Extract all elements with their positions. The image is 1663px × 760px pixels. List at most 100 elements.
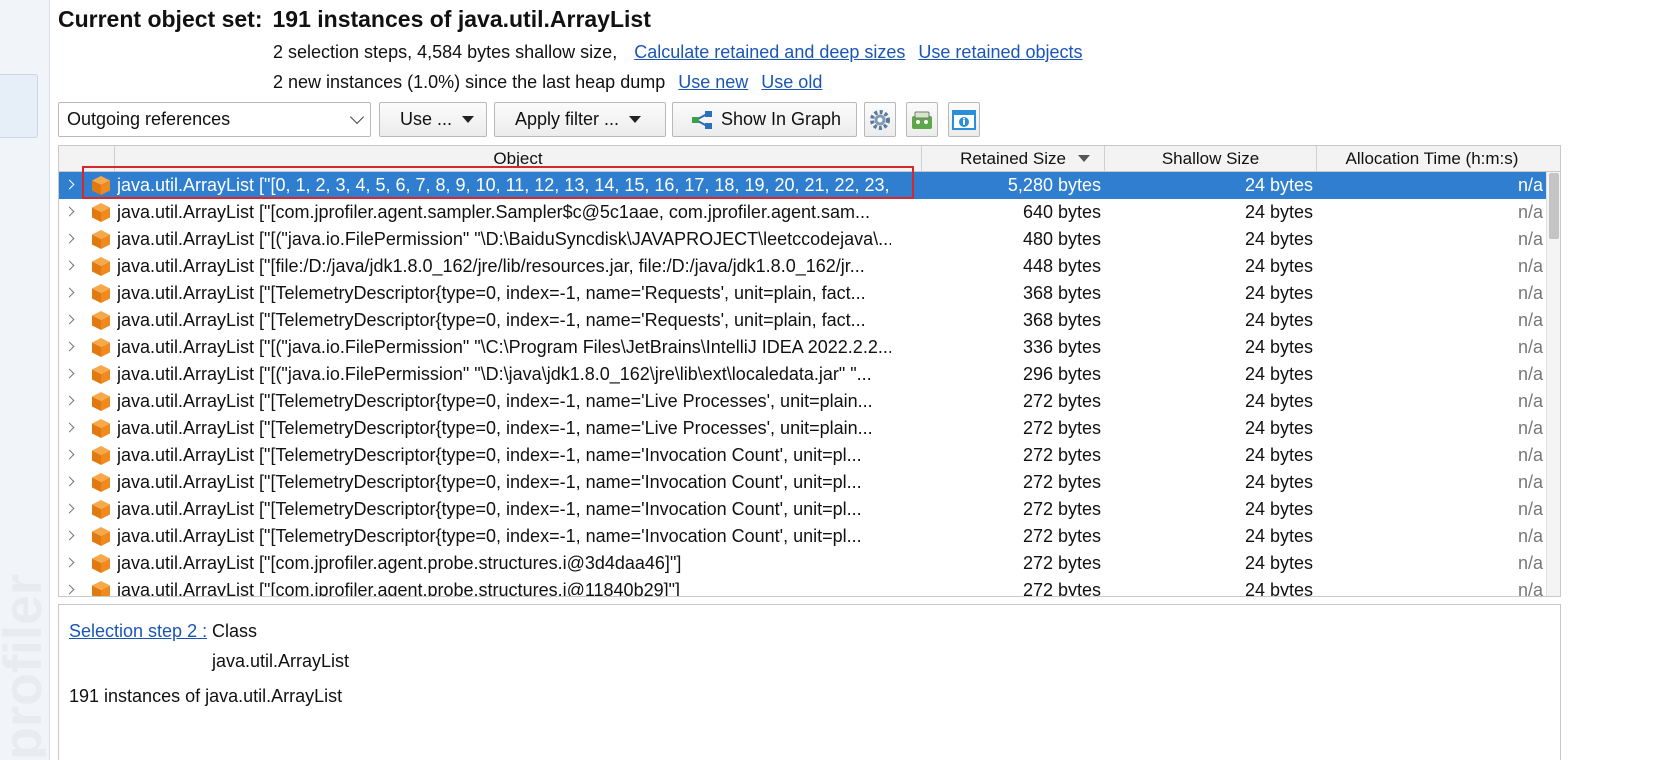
retained-size-cell: 272 bytes (1022, 553, 1101, 573)
use-old-link[interactable]: Use old (761, 72, 822, 92)
expand-arrow-icon[interactable] (64, 260, 75, 271)
shallow-size-cell: 24 bytes (1244, 202, 1313, 222)
expand-arrow-icon[interactable] (64, 341, 75, 352)
analysis-icon (912, 111, 932, 129)
table-row[interactable]: java.util.ArrayList ["[TelemetryDescript… (59, 415, 1547, 442)
instance-icon (92, 338, 110, 357)
apply-filter-button[interactable]: Apply filter ... (494, 102, 666, 137)
object-cell: java.util.ArrayList ["[("java.io.FilePer… (117, 337, 891, 357)
show-in-graph-label: Show In Graph (721, 109, 842, 129)
selection-step-type: Class (212, 621, 258, 641)
new-instances-summary: 2 new instances (1.0%) since the last he… (273, 72, 822, 93)
allocation-time-cell: n/a (1517, 445, 1543, 465)
instance-icon (92, 230, 110, 249)
table-row[interactable]: java.util.ArrayList ["[("java.io.FilePer… (59, 226, 1547, 253)
expand-arrow-icon[interactable] (64, 584, 75, 595)
table-row[interactable]: java.util.ArrayList ["[com.jprofiler.age… (59, 550, 1547, 577)
allocation-time-cell: n/a (1517, 553, 1543, 573)
expand-arrow-icon[interactable] (64, 503, 75, 514)
selection-step-class: java.util.ArrayList (212, 651, 350, 671)
expand-arrow-icon[interactable] (64, 449, 75, 460)
allocation-time-cell: n/a (1517, 364, 1543, 384)
shallow-size-cell: 24 bytes (1244, 391, 1313, 411)
allocation-time-cell: n/a (1517, 337, 1543, 357)
expand-arrow-icon[interactable] (64, 368, 75, 379)
table-row[interactable]: java.util.ArrayList ["[("java.io.FilePer… (59, 334, 1547, 361)
retained-size-cell: 272 bytes (1022, 472, 1101, 492)
object-cell: java.util.ArrayList ["[TelemetryDescript… (117, 418, 873, 438)
instance-icon (92, 581, 110, 596)
allocation-time-cell: n/a (1517, 580, 1543, 597)
shallow-size-cell: 24 bytes (1244, 526, 1313, 546)
shallow-size-cell: 24 bytes (1244, 472, 1313, 492)
info-icon (952, 109, 976, 130)
expand-arrow-icon[interactable] (64, 233, 75, 244)
table-row[interactable]: java.util.ArrayList ["[file:/D:/java/jdk… (59, 253, 1547, 280)
use-new-link[interactable]: Use new (678, 72, 748, 92)
info-button[interactable] (948, 102, 980, 137)
allocation-time-cell: n/a (1517, 526, 1543, 546)
object-cell: java.util.ArrayList ["[com.jprofiler.age… (117, 202, 870, 222)
shallow-size-cell: 24 bytes (1244, 499, 1313, 519)
table-row[interactable]: java.util.ArrayList ["[TelemetryDescript… (59, 523, 1547, 550)
allocation-time-cell: n/a (1517, 310, 1543, 330)
use-retained-link[interactable]: Use retained objects (918, 42, 1082, 62)
instance-icon (92, 311, 110, 330)
allocation-time-cell: n/a (1517, 202, 1543, 222)
expand-arrow-icon[interactable] (64, 179, 75, 190)
column-header-allocation-time[interactable]: Allocation Time (h:m:s) (1317, 146, 1547, 171)
table-row[interactable]: java.util.ArrayList ["[TelemetryDescript… (59, 496, 1547, 523)
page-title: Current object set: 191 instances of java… (58, 6, 651, 33)
column-header-shallow-size[interactable]: Shallow Size (1105, 146, 1317, 171)
shallow-size-cell: 24 bytes (1244, 283, 1313, 303)
view-select[interactable]: Outgoing references (58, 102, 371, 137)
object-cell: java.util.ArrayList ["[com.jprofiler.age… (117, 580, 680, 597)
retained-size-cell: 272 bytes (1022, 526, 1101, 546)
expand-arrow-icon[interactable] (64, 422, 75, 433)
allocation-time-cell: n/a (1517, 418, 1543, 438)
selection-step-link[interactable]: Selection step 2 : (69, 621, 207, 642)
expand-arrow-icon[interactable] (64, 314, 75, 325)
selection-summary: 191 instances of java.util.ArrayList (69, 686, 343, 706)
analysis-button[interactable] (906, 102, 938, 137)
shallow-size-cell: 24 bytes (1244, 229, 1313, 249)
calculate-sizes-link[interactable]: Calculate retained and deep sizes (634, 42, 905, 62)
table-row[interactable]: java.util.ArrayList ["[com.jprofiler.age… (59, 577, 1547, 597)
show-in-graph-button[interactable]: Show In Graph (672, 102, 857, 137)
sidebar-tab[interactable] (0, 74, 38, 138)
expand-arrow-icon[interactable] (64, 557, 75, 568)
allocation-time-cell: n/a (1517, 283, 1543, 303)
chevron-down-icon (349, 109, 365, 125)
instance-icon (92, 500, 110, 519)
view-select-value: Outgoing references (67, 109, 231, 129)
shallow-size-cell: 24 bytes (1244, 175, 1313, 195)
dropdown-arrow-icon (629, 116, 642, 123)
object-cell: java.util.ArrayList ["[TelemetryDescript… (117, 283, 866, 303)
object-cell: java.util.ArrayList ["[TelemetryDescript… (117, 445, 862, 465)
expand-arrow-icon[interactable] (64, 476, 75, 487)
left-sidebar: profiler (0, 0, 50, 760)
allocation-time-cell: n/a (1517, 229, 1543, 249)
table-row[interactable]: java.util.ArrayList ["[TelemetryDescript… (59, 307, 1547, 334)
table-row[interactable]: java.util.ArrayList ["[TelemetryDescript… (59, 469, 1547, 496)
expand-arrow-icon[interactable] (64, 287, 75, 298)
column-header-retained-size[interactable]: Retained Size (922, 146, 1105, 171)
table-row[interactable]: java.util.ArrayList ["[TelemetryDescript… (59, 442, 1547, 469)
use-button[interactable]: Use ... (379, 102, 487, 137)
table-row[interactable]: java.util.ArrayList ["[("java.io.FilePer… (59, 361, 1547, 388)
expand-arrow-icon[interactable] (64, 395, 75, 406)
table-row[interactable]: java.util.ArrayList ["[TelemetryDescript… (59, 388, 1547, 415)
retained-size-cell: 5,280 bytes (1007, 175, 1101, 195)
retained-size-cell: 272 bytes (1022, 418, 1101, 438)
table-row[interactable]: java.util.ArrayList ["[com.jprofiler.age… (59, 199, 1547, 226)
table-row[interactable]: java.util.ArrayList ["[TelemetryDescript… (59, 280, 1547, 307)
object-cell: java.util.ArrayList ["[TelemetryDescript… (117, 391, 873, 411)
use-button-label: Use ... (400, 109, 453, 129)
scrollbar-thumb[interactable] (1549, 173, 1559, 239)
expand-arrow-icon[interactable] (64, 206, 75, 217)
instance-icon (92, 257, 110, 276)
settings-button[interactable] (864, 102, 896, 137)
expand-arrow-icon[interactable] (64, 530, 75, 541)
apply-filter-label: Apply filter ... (515, 109, 620, 129)
vertical-scrollbar[interactable] (1546, 172, 1560, 596)
